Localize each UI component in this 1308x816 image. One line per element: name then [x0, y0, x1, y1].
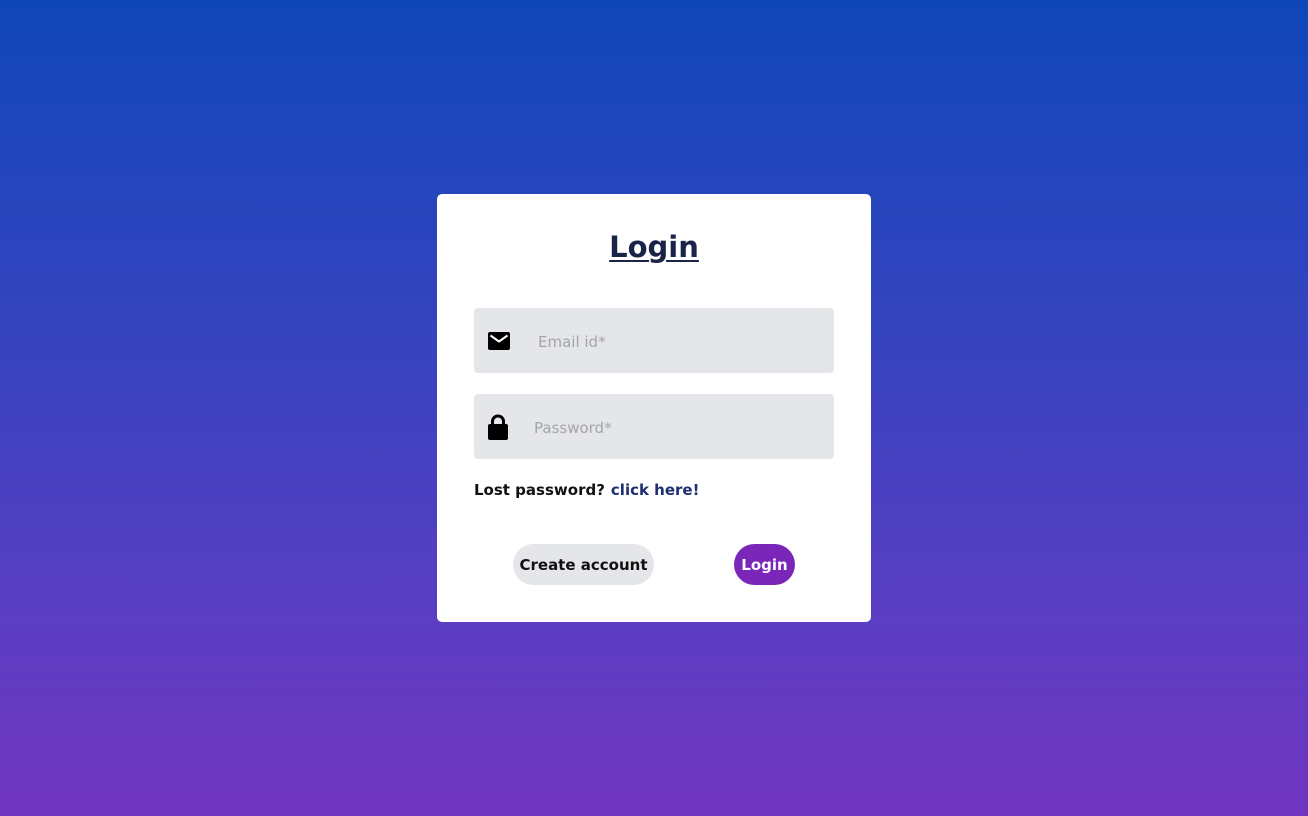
login-button[interactable]: Login: [734, 544, 795, 585]
password-field-container[interactable]: [474, 394, 834, 461]
password-input[interactable]: [532, 394, 816, 461]
reset-password-link[interactable]: click here!: [611, 481, 700, 499]
email-input[interactable]: [536, 308, 820, 375]
login-title: Login: [609, 230, 699, 264]
lock-icon: [488, 414, 508, 440]
lost-password-row: Lost password? click here!: [474, 481, 699, 499]
email-field-container[interactable]: [474, 308, 834, 375]
mail-icon: [488, 331, 510, 350]
login-card: Login Lost password? click here! Create a…: [437, 194, 871, 622]
lost-password-text: Lost password?: [474, 481, 605, 499]
create-account-button[interactable]: Create account: [513, 544, 654, 585]
